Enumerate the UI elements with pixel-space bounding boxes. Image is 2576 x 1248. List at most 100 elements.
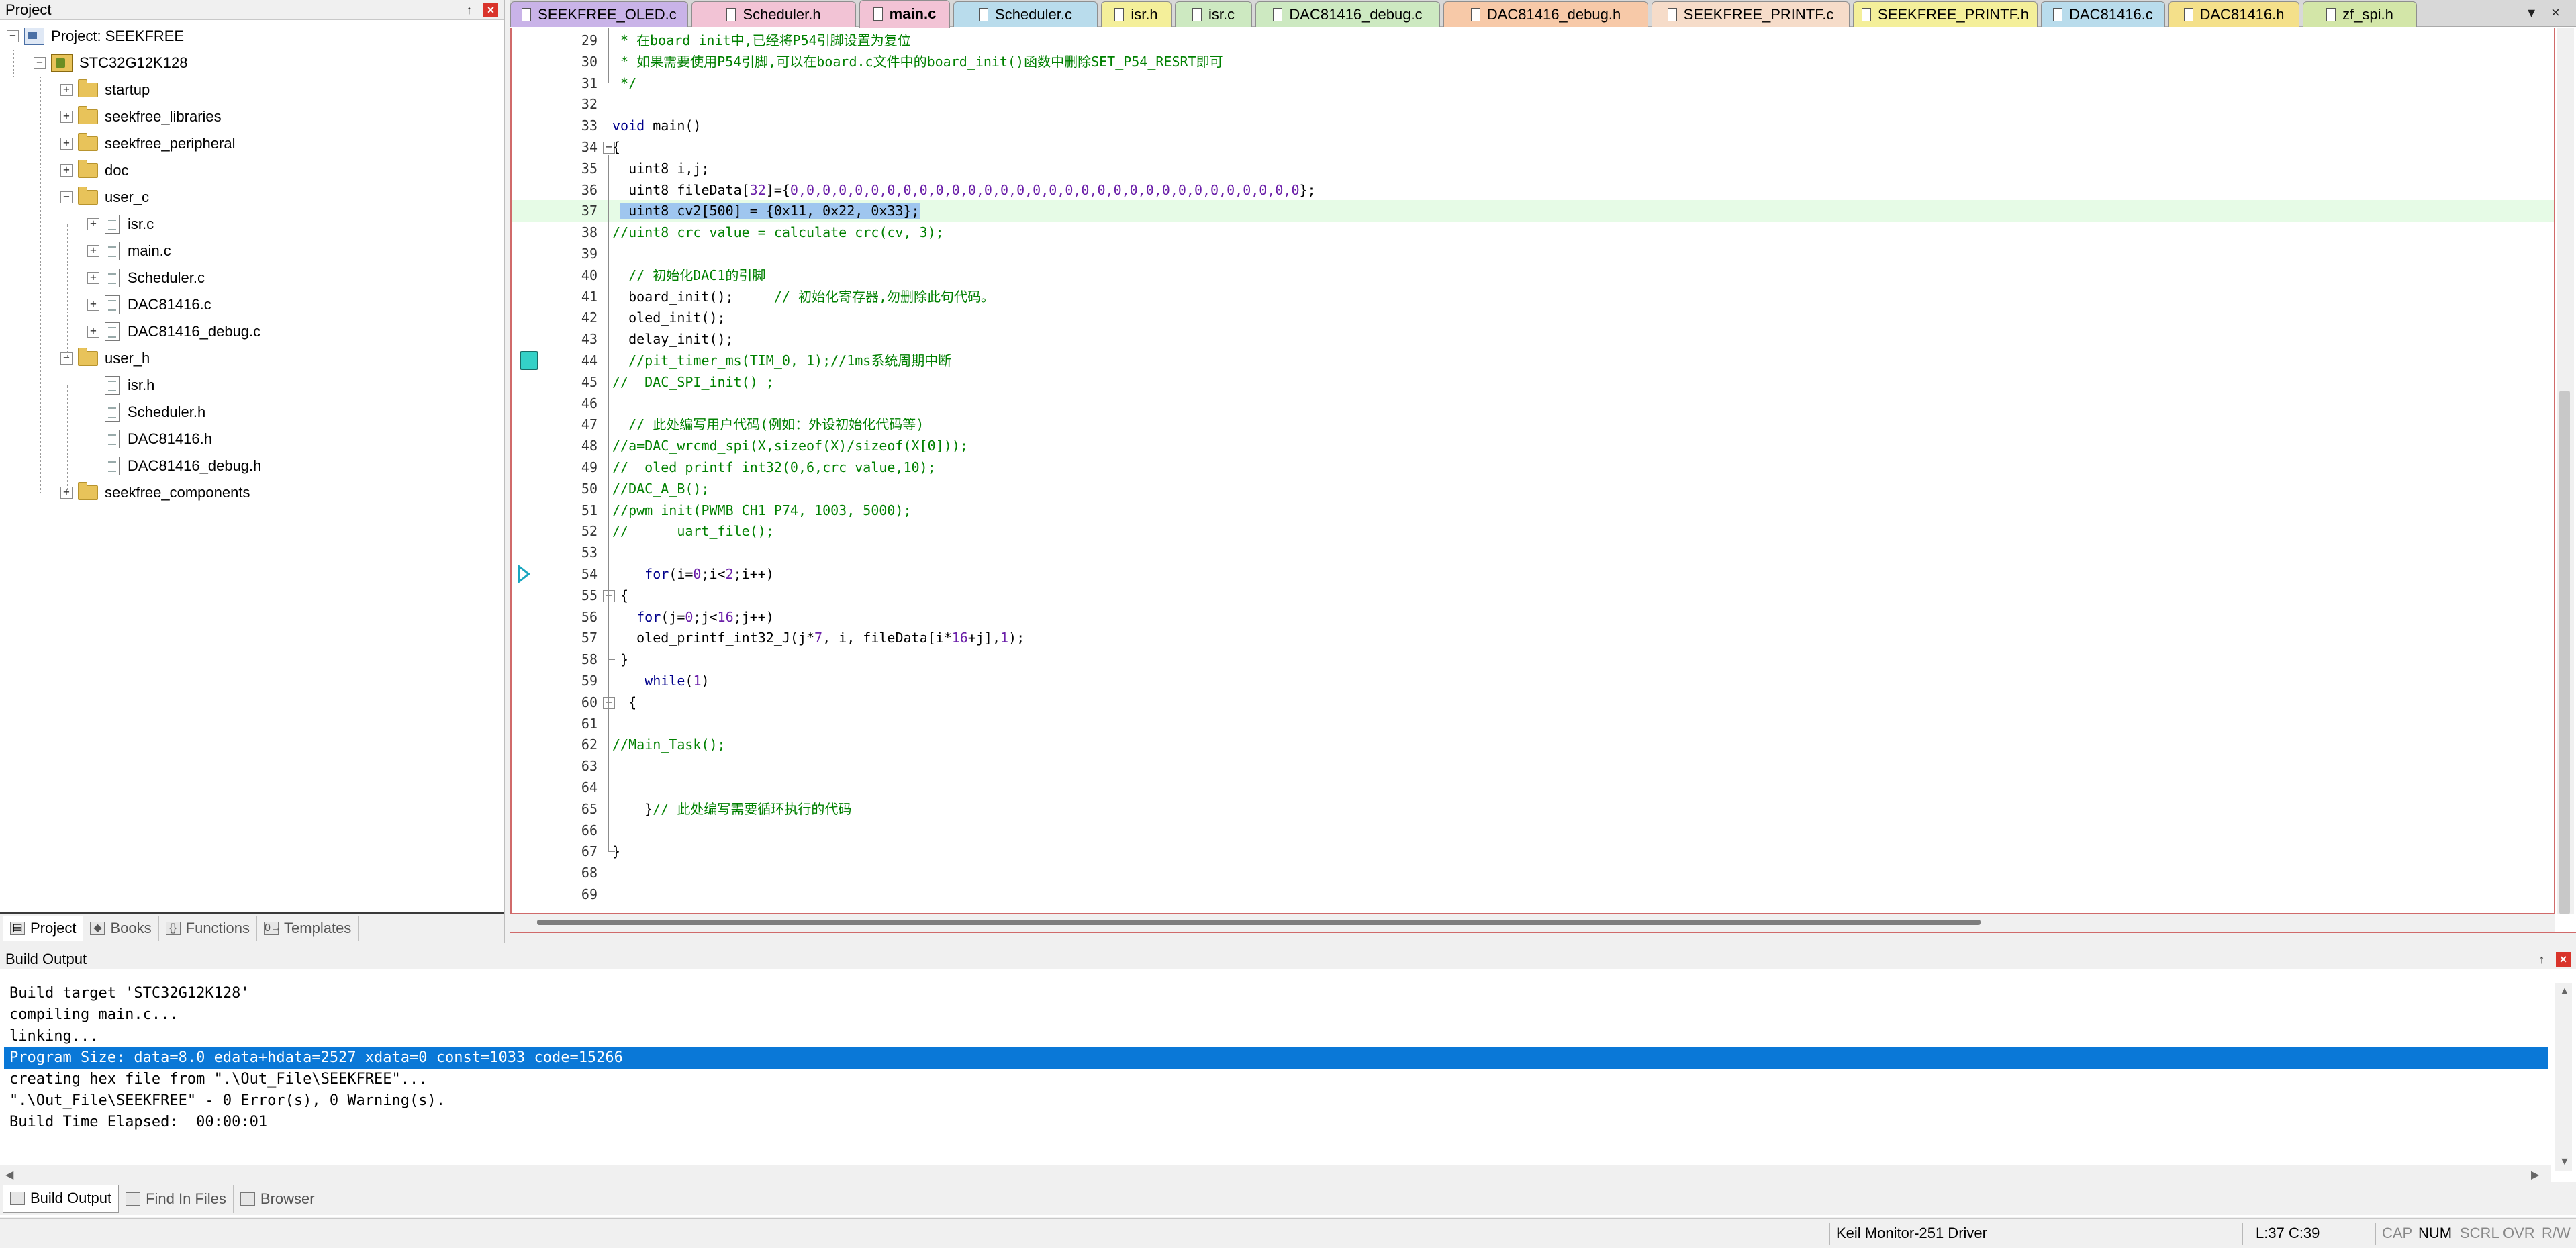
tree-item-file[interactable]: + DAC81416_debug.c [87, 318, 260, 345]
code-line[interactable]: 29 * 在board_init中,已经将P54引脚设置为复位 [512, 30, 2554, 51]
code-line[interactable]: 53 [512, 542, 2554, 563]
editor-horizontal-scrollbar[interactable] [510, 914, 2555, 932]
expand-icon[interactable]: + [60, 138, 73, 150]
code-line[interactable]: 43 delay_init(); [512, 328, 2554, 350]
code-line[interactable]: 42 oled_init(); [512, 307, 2554, 328]
tree-item-folder[interactable]: + doc [60, 157, 128, 184]
expand-icon[interactable]: + [60, 84, 73, 96]
tab-find-in-files[interactable]: Find In Files [119, 1184, 234, 1213]
file-tab[interactable]: SEEKFREE_PRINTF.h [1853, 1, 2038, 27]
tab-browser[interactable]: Browser [234, 1184, 322, 1213]
tree-item-folder[interactable]: − user_h [60, 345, 150, 372]
build-output-line[interactable]: linking... [4, 1026, 2548, 1047]
code-line[interactable]: 64 [512, 777, 2554, 798]
tab-books[interactable]: ◆ Books [83, 916, 159, 941]
tree-item-folder[interactable]: + startup [60, 77, 150, 103]
pin-icon[interactable]: ↑ [2534, 952, 2549, 967]
file-tab[interactable]: main.c [859, 0, 950, 28]
file-tab[interactable]: DAC81416.c [2041, 1, 2165, 27]
code-editor[interactable]: 29 * 在board_init中,已经将P54引脚设置为复位 30 * 如果需要… [510, 28, 2555, 914]
file-tab[interactable]: Scheduler.c [953, 1, 1098, 27]
tree-item-file[interactable]: DAC81416_debug.h [87, 452, 261, 479]
collapse-icon[interactable]: − [7, 30, 19, 42]
code-line[interactable]: 34−{ [512, 136, 2554, 158]
code-line[interactable]: 30 * 如果需要使用P54引脚,可以在board.c文件中的board_ini… [512, 51, 2554, 73]
code-line[interactable]: 54 for(i=0;i<2;i++) [512, 563, 2554, 585]
scroll-down-icon[interactable]: ▼ [2559, 1156, 2570, 1168]
code-line[interactable]: 58 } [512, 649, 2554, 670]
code-line[interactable]: 69 [512, 883, 2554, 905]
expand-icon[interactable]: + [60, 164, 73, 177]
expand-icon[interactable]: + [87, 272, 99, 284]
code-line[interactable]: 49 // oled_printf_int32(0,6,crc_value,10)… [512, 457, 2554, 478]
tree-item-file[interactable]: + Scheduler.c [87, 265, 205, 291]
code-line[interactable]: 41 board_init(); // 初始化寄存器,勿删除此句代码。 [512, 286, 2554, 307]
tree-item-project[interactable]: − Project: SEEKFREE [7, 23, 184, 50]
code-line[interactable]: 51 //pwm_init(PWMB_CH1_P74, 1003, 5000); [512, 499, 2554, 521]
scroll-thumb[interactable] [537, 920, 1981, 925]
code-line[interactable]: 39 [512, 243, 2554, 265]
expand-icon[interactable]: + [87, 218, 99, 230]
file-tab[interactable]: zf_spi.h [2303, 1, 2417, 27]
close-icon[interactable]: × [2556, 952, 2571, 967]
expand-icon[interactable]: + [60, 111, 73, 123]
code-line[interactable]: 32 [512, 93, 2554, 115]
tree-item-file[interactable]: Scheduler.h [87, 399, 205, 426]
build-output-line[interactable]: compiling main.c... [4, 1004, 2548, 1026]
expand-icon[interactable]: + [87, 299, 99, 311]
tree-item-file[interactable]: isr.h [87, 372, 154, 399]
collapse-icon[interactable]: − [34, 57, 46, 69]
file-tab[interactable]: SEEKFREE_PRINTF.c [1652, 1, 1850, 27]
tree-item-file[interactable]: + main.c [87, 238, 171, 265]
tree-item-folder[interactable]: + seekfree_components [60, 479, 250, 506]
code-line[interactable]: 45 // DAC_SPI_init() ; [512, 371, 2554, 393]
tree-item-file[interactable]: DAC81416.h [87, 426, 212, 452]
scroll-left-icon[interactable]: ◀ [5, 1168, 13, 1182]
tree-item-target[interactable]: − STC32G12K128 [34, 50, 187, 77]
close-icon[interactable]: × [483, 3, 498, 17]
tab-project[interactable]: ▤ Project [3, 916, 84, 941]
tab-list-dropdown-icon[interactable]: ▾ [2528, 4, 2535, 21]
build-output-line[interactable]: creating hex file from ".\Out_File\SEEKF… [4, 1069, 2548, 1090]
tab-templates[interactable]: 0→ Templates [257, 916, 359, 941]
collapse-icon[interactable]: − [60, 352, 73, 365]
code-line[interactable]: 48 //a=DAC_wrcmd_spi(X,sizeof(X)/sizeof(X… [512, 435, 2554, 457]
scroll-thumb[interactable] [2559, 391, 2570, 914]
code-line[interactable]: 50 //DAC_A_B(); [512, 478, 2554, 499]
code-line[interactable]: 67} [512, 841, 2554, 862]
file-tab[interactable]: Scheduler.h [691, 1, 856, 27]
build-output-line[interactable]: Build Time Elapsed: 00:00:01 [4, 1112, 2548, 1133]
code-line[interactable]: 33 void main() [512, 115, 2554, 136]
editor-vertical-scrollbar[interactable] [2557, 28, 2574, 914]
code-line[interactable]: 66 [512, 820, 2554, 841]
expand-icon[interactable]: + [60, 487, 73, 499]
code-line[interactable]: 31 */ [512, 73, 2554, 94]
tree-item-file[interactable]: + isr.c [87, 211, 154, 238]
tree-item-folder[interactable]: + seekfree_peripheral [60, 130, 235, 157]
build-output-line[interactable]: Build target 'STC32G12K128' [4, 983, 2548, 1004]
code-line[interactable]: 55− { [512, 585, 2554, 606]
code-line[interactable]: 37 uint8 cv2[500] = {0x11, 0x22, 0x33}; [512, 200, 2554, 222]
tree-item-folder[interactable]: + seekfree_libraries [60, 103, 222, 130]
code-line[interactable]: 46 [512, 393, 2554, 414]
close-tab-icon[interactable]: × [2551, 4, 2560, 21]
build-output-text[interactable]: Build target 'STC32G12K128' compiling mai… [4, 983, 2548, 1171]
code-line[interactable]: 40 // 初始化DAC1的引脚 [512, 265, 2554, 286]
scroll-right-icon[interactable]: ▶ [2531, 1168, 2539, 1182]
code-line[interactable]: 68 [512, 862, 2554, 883]
file-tab[interactable]: SEEKFREE_OLED.c [510, 1, 688, 27]
build-output-horizontal-scrollbar[interactable]: ◀ ▶ [0, 1165, 2551, 1183]
file-tab[interactable]: DAC81416_debug.h [1443, 1, 1648, 27]
build-output-vertical-scrollbar[interactable]: ▲ ▼ [2555, 983, 2572, 1171]
tab-build-output[interactable]: Build Output [3, 1184, 120, 1213]
file-tab[interactable]: isr.c [1175, 1, 1252, 27]
file-tab[interactable]: DAC81416_debug.c [1255, 1, 1440, 27]
file-tab[interactable]: DAC81416.h [2168, 1, 2299, 27]
code-line[interactable]: 61 [512, 713, 2554, 734]
code-line[interactable]: 63 [512, 755, 2554, 777]
build-output-line[interactable]: ".\Out_File\SEEKFREE" - 0 Error(s), 0 Wa… [4, 1090, 2548, 1112]
code-line[interactable]: 56 for(j=0;j<16;j++) [512, 606, 2554, 628]
code-line[interactable]: 65 }// 此处编写需要循环执行的代码 [512, 798, 2554, 820]
scroll-up-icon[interactable]: ▲ [2559, 986, 2570, 998]
tree-item-file[interactable]: + DAC81416.c [87, 291, 211, 318]
